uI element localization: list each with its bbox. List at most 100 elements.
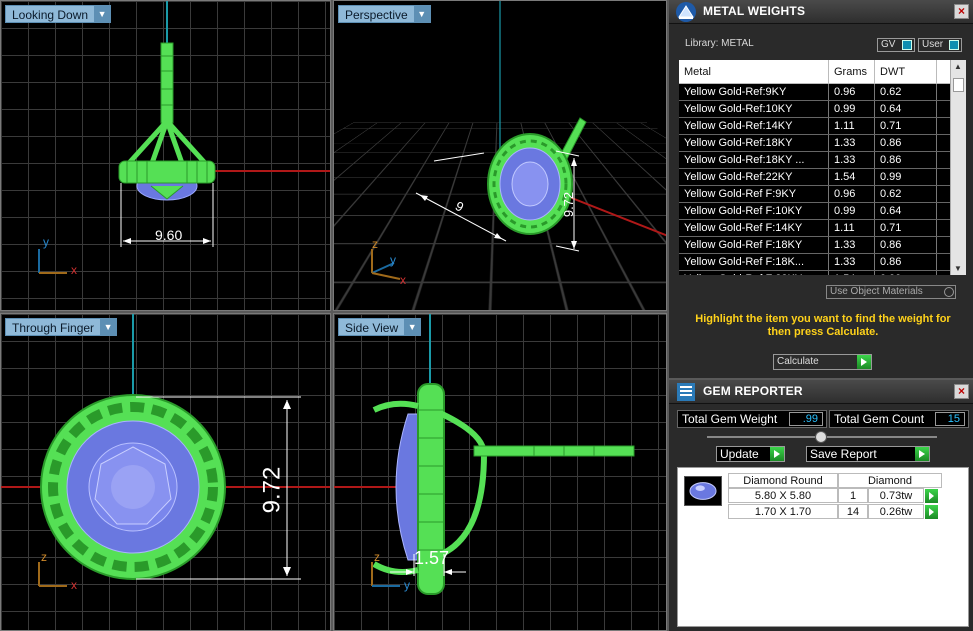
table-row[interactable]: Yellow Gold-Ref:14KY 1.11 0.71 (679, 118, 966, 135)
axis-y-label: y (43, 235, 49, 249)
total-gem-count-value: 15 (935, 412, 965, 426)
axis-z-label: z (372, 237, 378, 251)
chevron-down-icon[interactable]: ▼ (100, 319, 117, 335)
play-arrow-icon[interactable] (925, 505, 938, 519)
table-cell: 1.11 (829, 118, 875, 134)
perspective-drawing (371, 1, 666, 280)
gem-cell-size: 5.80 X 5.80 (728, 488, 838, 503)
viewport-through-finger[interactable]: Through Finger ▼ 9.72 z x (0, 313, 331, 631)
gem-report-icon (677, 383, 695, 401)
update-button[interactable]: Update (716, 446, 785, 462)
table-header: Metal Grams DWT (679, 60, 966, 84)
toggle-indicator-icon (902, 40, 912, 50)
library-label: Library: METAL (685, 38, 754, 49)
viewport-label[interactable]: Side View ▼ (338, 318, 422, 336)
metal-table: Metal Grams DWT Yellow Gold-Ref:9KY 0.96 0… (679, 60, 966, 275)
viewport-label[interactable]: Through Finger ▼ (5, 318, 118, 336)
table-cell: 0.86 (875, 152, 937, 168)
table-cell: Yellow Gold-Ref F:10KY (679, 203, 829, 219)
slider[interactable] (707, 431, 937, 443)
metal-weights-icon (676, 2, 696, 22)
diamond-round-icon (684, 476, 722, 506)
table-cell: Yellow Gold-Ref:18KY (679, 135, 829, 151)
user-toggle[interactable]: User (918, 38, 962, 52)
axis-y-label: y (404, 578, 410, 592)
axis-x-label: x (400, 273, 406, 287)
table-row[interactable]: Yellow Gold-Ref F:18K... 1.33 0.86 (679, 254, 966, 271)
gem-cell-count: 1 (838, 488, 868, 503)
table-row[interactable]: Yellow Gold-Ref F:22KY1.540.99 (679, 271, 966, 275)
gem-type-header: Diamond (838, 473, 942, 488)
use-object-materials-toggle[interactable]: Use Object Materials (826, 285, 956, 299)
chevron-down-icon[interactable]: ▼ (413, 6, 430, 22)
column-header[interactable]: DWT (875, 60, 937, 83)
scroll-up-icon[interactable]: ▲ (954, 62, 962, 71)
slider-knob[interactable] (815, 431, 827, 443)
table-cell: Yellow Gold-Ref:14KY (679, 118, 829, 134)
table-cell: 0.96 (829, 84, 875, 100)
table-row[interactable]: Yellow Gold-Ref F:14KY 1.11 0.71 (679, 220, 966, 237)
viewport-looking-down[interactable]: Looking Down ▼ 9.60 y x (0, 0, 331, 311)
panel-titlebar: GEM REPORTER × (669, 380, 973, 404)
calculate-button[interactable]: Calculate (773, 354, 872, 370)
play-arrow-icon[interactable] (925, 489, 938, 503)
table-cell: 1.11 (829, 220, 875, 236)
hint-text: Highlight the item you want to find the … (695, 313, 951, 338)
table-cell: 0.71 (875, 220, 937, 236)
chevron-down-icon[interactable]: ▼ (404, 319, 421, 335)
table-row[interactable]: Yellow Gold-Ref:9KY 0.96 0.62 (679, 84, 966, 101)
gem-cell-weight: 0.73tw (868, 488, 924, 503)
calculate-label: Calculate (777, 356, 819, 367)
axis-y-label: y (390, 253, 396, 267)
scrollbar-thumb[interactable] (953, 78, 964, 92)
table-cell: 1.33 (829, 152, 875, 168)
panel-title: METAL WEIGHTS (703, 4, 806, 18)
table-cell: 0.99 (829, 203, 875, 219)
column-header[interactable]: Metal (679, 60, 829, 83)
table-cell: 0.86 (875, 237, 937, 253)
table-cell: 1.33 (829, 135, 875, 151)
viewport-label[interactable]: Perspective ▼ (338, 5, 431, 23)
viewport-perspective[interactable]: Perspective ▼ 9.72 9 z y x (333, 0, 667, 311)
dimension-label: 9.60 (155, 227, 183, 243)
table-cell: 0.99 (829, 101, 875, 117)
table-cell: 1.33 (829, 237, 875, 253)
table-cell: Yellow Gold-Ref F:9KY (679, 186, 829, 202)
gv-toggle[interactable]: GV (877, 38, 915, 52)
table-row[interactable]: Yellow Gold-Ref F:18KY 1.33 0.86 (679, 237, 966, 254)
table-cell: Yellow Gold-Ref:18KY ... (679, 152, 829, 168)
scrollbar[interactable]: ▲ ▼ (950, 60, 966, 275)
column-header[interactable]: Grams (829, 60, 875, 83)
table-row[interactable]: Yellow Gold-Ref:18KY ... 1.33 0.86 (679, 152, 966, 169)
table-row[interactable]: Yellow Gold-Ref:22KY 1.54 0.99 (679, 169, 966, 186)
gem-cell-count: 14 (838, 504, 868, 519)
table-cell: 0.99 (875, 169, 937, 185)
close-icon[interactable]: × (954, 4, 969, 19)
viewport-label[interactable]: Looking Down ▼ (5, 5, 112, 23)
panel-titlebar: METAL WEIGHTS × (669, 0, 973, 24)
viewport-side-view[interactable]: Side View ▼ 1.57 z y (333, 313, 667, 631)
play-arrow-icon (857, 355, 871, 369)
total-gem-weight-text: Total Gem Weight (682, 412, 778, 426)
table-row[interactable]: Yellow Gold-Ref F:10KY 0.99 0.64 (679, 203, 966, 220)
table-row[interactable]: Yellow Gold-Ref:18KY 1.33 0.86 (679, 135, 966, 152)
table-cell: 0.86 (875, 135, 937, 151)
table-row[interactable]: Yellow Gold-Ref:10KY 0.99 0.64 (679, 101, 966, 118)
table-cell: 0.99 (875, 271, 937, 275)
table-cell: Yellow Gold-Ref:10KY (679, 101, 829, 117)
table-row[interactable]: Yellow Gold-Ref F:9KY 0.96 0.62 (679, 186, 966, 203)
radio-icon (944, 287, 954, 297)
user-toggle-label: User (922, 39, 944, 50)
table-cell: 0.71 (875, 118, 937, 134)
close-icon[interactable]: × (954, 384, 969, 399)
table-cell: Yellow Gold-Ref F:18K... (679, 254, 829, 270)
axis-x-label: x (71, 578, 77, 592)
gv-toggle-label: GV (881, 39, 896, 50)
chevron-down-icon[interactable]: ▼ (94, 6, 111, 22)
scroll-down-icon[interactable]: ▼ (954, 264, 962, 273)
table-cell: Yellow Gold-Ref:9KY (679, 84, 829, 100)
save-report-button[interactable]: Save Report (806, 446, 930, 462)
use-object-materials-label: Use Object Materials (830, 286, 923, 297)
panel-title: GEM REPORTER (703, 384, 803, 398)
play-arrow-icon (770, 447, 784, 461)
